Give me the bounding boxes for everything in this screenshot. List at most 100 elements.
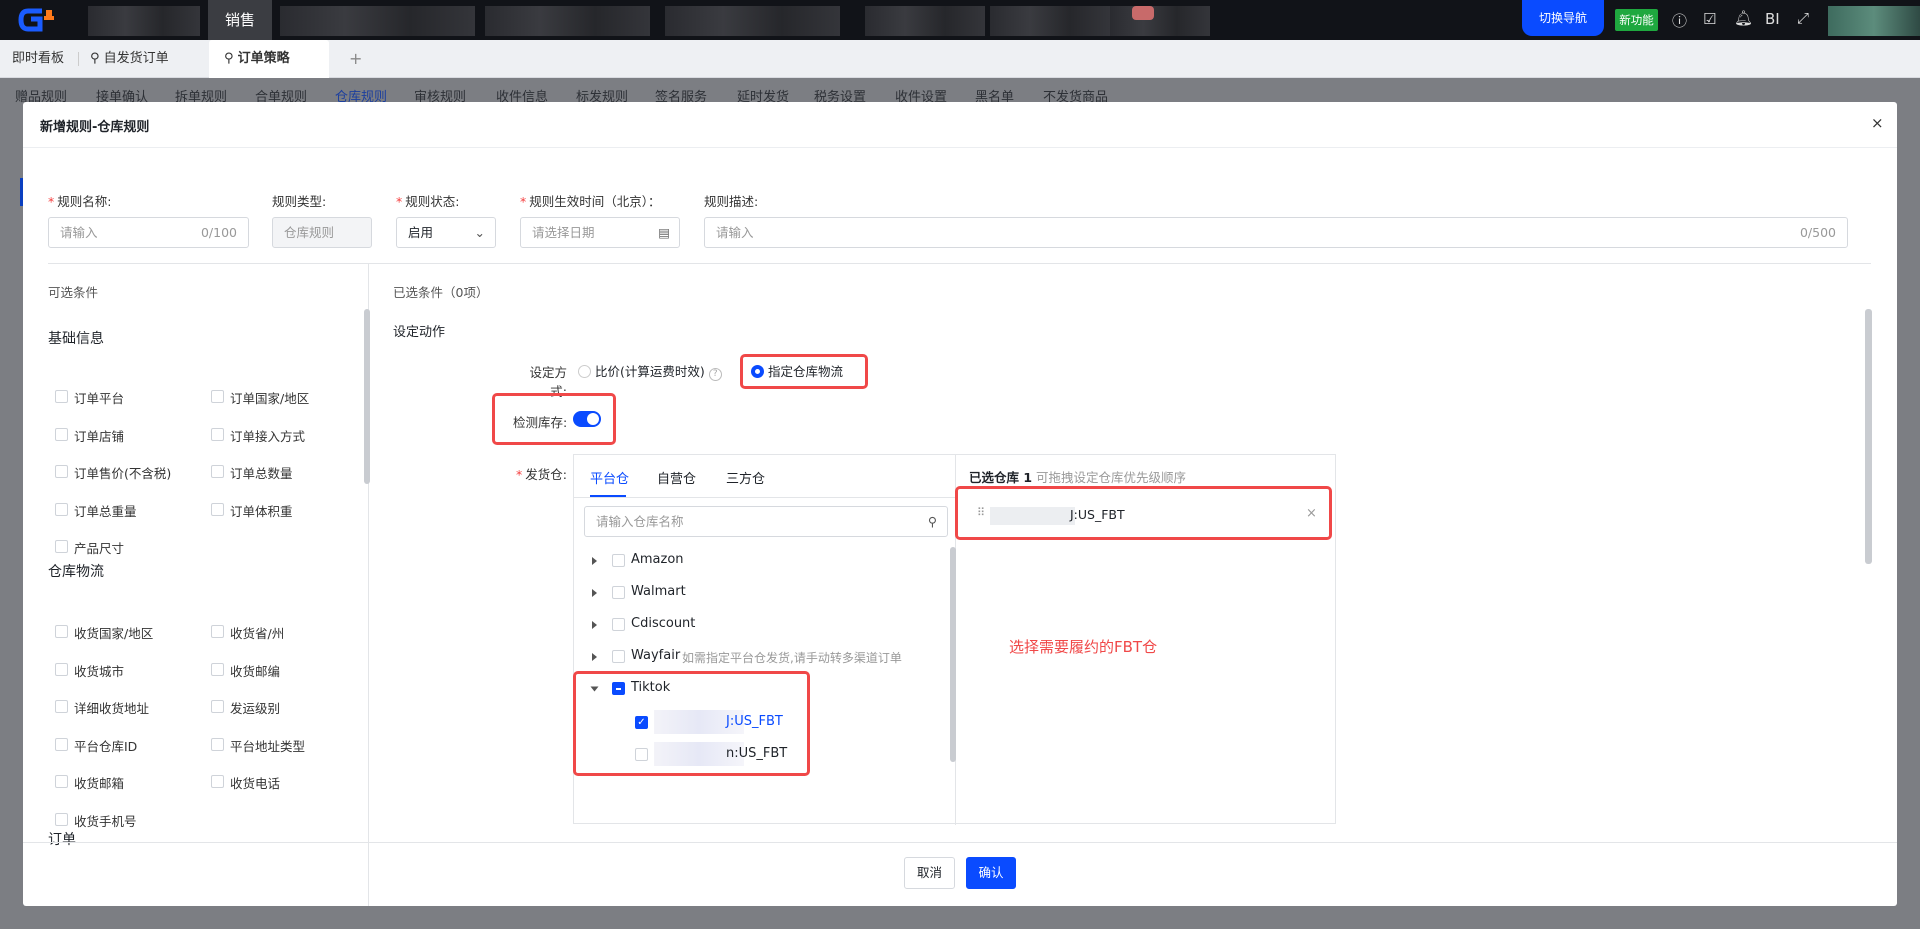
condition-checkbox[interactable] (55, 700, 68, 713)
tree-checkbox[interactable] (612, 618, 625, 631)
caret-right-icon[interactable] (592, 589, 597, 597)
drag-hint: 可拖拽设定仓库优先级顺序 (1036, 470, 1187, 485)
new-feature-button[interactable]: 新功能 (1615, 9, 1658, 31)
condition-label: 订单国家/地区 (230, 391, 310, 406)
condition-checkbox[interactable] (211, 700, 224, 713)
top-navigation-bar: 销售 切换导航 新功能 ⓘ ☑ 🔔︎ BI ⤢ (0, 0, 1920, 40)
tab-label: 订单策略 (237, 51, 290, 66)
selected-warehouse-header: 已选仓库 1 可拖拽设定仓库优先级顺序 (969, 467, 1186, 486)
condition-label: 订单体积重 (230, 503, 293, 519)
condition-checkbox[interactable] (55, 737, 68, 751)
mode-option-compare[interactable]: 比价(计算运费时效) ? (578, 361, 722, 381)
info-circle-icon[interactable]: ⓘ (1672, 10, 1687, 31)
condition-checkbox[interactable] (211, 465, 224, 478)
bi-icon[interactable]: BI (1765, 10, 1780, 28)
rule-name-label: * 规则名称: (48, 194, 112, 209)
condition-checkbox[interactable] (211, 737, 224, 751)
condition-label: 发运级别 (230, 701, 281, 716)
radio-icon (578, 365, 591, 378)
highlight-box (740, 354, 868, 389)
calendar-check-icon[interactable]: ☑ (1703, 10, 1716, 28)
selected-count: 已选仓库 1 (969, 470, 1033, 485)
rule-name-input[interactable]: 请输入 0/100 (48, 217, 249, 248)
condition-checkbox[interactable] (55, 427, 68, 441)
tree-note: 如需指定平台仓发货,请手动转多渠道订单 (682, 651, 902, 665)
condition-label: 详细收货地址 (74, 701, 150, 716)
tree-node[interactable]: Wayfair 如需指定平台仓发货,请手动转多渠道订单 (574, 648, 944, 668)
tree-scrollbar[interactable] (950, 547, 956, 762)
char-count: 0/100 (200, 225, 237, 240)
confirm-button[interactable]: 确认 (966, 857, 1016, 889)
condition-label: 收货邮箱 (74, 776, 125, 791)
highlight-box (573, 671, 810, 776)
switch-nav-button[interactable]: 切换导航 (1522, 0, 1604, 36)
condition-checkbox[interactable] (55, 502, 68, 516)
condition-label: 收货国家/地区 (74, 626, 154, 641)
condition-checkbox[interactable] (211, 427, 224, 441)
condition-checkbox[interactable] (211, 775, 224, 788)
tree-checkbox[interactable] (612, 586, 625, 599)
logo[interactable] (18, 6, 64, 34)
rule-type-label: 规则类型: (272, 194, 327, 209)
left-scrollbar[interactable] (364, 309, 370, 484)
chevron-down-icon: ⌄ (474, 225, 485, 240)
selected-conditions-title: 已选条件（0项） (393, 285, 489, 300)
cancel-button[interactable]: 取消 (904, 857, 955, 889)
condition-label: 平台地址类型 (230, 738, 306, 754)
rule-desc-input[interactable]: 请输入 0/500 (704, 217, 1848, 248)
tree-node[interactable]: Cdiscount (574, 616, 944, 636)
condition-label: 收货手机号 (74, 813, 137, 829)
condition-label: 订单店铺 (74, 428, 125, 444)
condition-label: 收货邮编 (230, 663, 281, 679)
close-icon[interactable]: × (1871, 114, 1884, 132)
tab-platform-warehouse[interactable]: 平台仓 (590, 468, 629, 487)
warehouse-search-input[interactable]: 请输入仓库名称 ⚲ (584, 506, 948, 537)
menu-sales[interactable]: 销售 (208, 0, 272, 40)
condition-checkbox[interactable] (55, 812, 68, 826)
condition-checkbox[interactable] (211, 625, 224, 638)
divider (48, 263, 1871, 264)
tree-node[interactable]: Walmart (574, 584, 944, 604)
caret-right-icon[interactable] (592, 653, 597, 661)
modal-scrollbar[interactable] (1865, 309, 1872, 564)
char-count: 0/500 (1799, 225, 1836, 240)
divider (23, 147, 1897, 148)
add-tab-button[interactable]: + (349, 40, 362, 78)
condition-label: 收货省/州 (230, 626, 285, 641)
tab-own-warehouse[interactable]: 自营仓 (657, 468, 696, 487)
condition-checkbox[interactable] (211, 502, 224, 516)
condition-checkbox[interactable] (55, 390, 68, 403)
rule-time-picker[interactable]: 请选择日期 ▤ (520, 217, 680, 248)
tab-dashboard[interactable]: 即时看板 (12, 40, 64, 78)
tab-order-strategy[interactable]: ⚲ 订单策略 (209, 40, 329, 78)
caret-right-icon[interactable] (592, 621, 597, 629)
avatar[interactable] (1828, 6, 1920, 36)
help-icon[interactable]: ? (708, 368, 722, 381)
pin-icon: ⚲ (90, 51, 104, 66)
condition-checkbox[interactable] (55, 465, 68, 478)
condition-checkbox[interactable] (55, 662, 68, 676)
condition-label: 收货电话 (230, 776, 281, 791)
condition-checkbox[interactable] (55, 775, 68, 788)
tree-checkbox[interactable] (612, 650, 625, 663)
tab-third-party-warehouse[interactable]: 三方仓 (726, 468, 765, 487)
action-title: 设定动作 (393, 325, 446, 340)
condition-checkbox[interactable] (55, 625, 68, 638)
condition-checkbox[interactable] (211, 390, 224, 403)
rule-status-select[interactable]: 启用 ⌄ (396, 217, 496, 248)
warehouse-selector: 平台仓 自营仓 三方仓 请输入仓库名称 ⚲ Amazon Walmart Cdisco… (573, 454, 1336, 825)
modal-title: 新增规则-仓库规则 (40, 120, 150, 135)
add-rule-modal: 新增规则-仓库规则 × * 规则名称: 请输入 0/100 规则类型: 仓库规则 *… (23, 102, 1897, 906)
tree-checkbox[interactable] (612, 554, 625, 567)
available-conditions-title: 可选条件 (48, 285, 99, 300)
tab-self-ship-orders[interactable]: ⚲ 自发货订单 (90, 40, 169, 78)
tree-label: Walmart (631, 584, 686, 599)
condition-group-title: 基础信息 (48, 331, 104, 347)
caret-right-icon[interactable] (592, 557, 597, 565)
condition-checkbox[interactable] (211, 662, 224, 676)
condition-checkbox[interactable] (55, 540, 68, 553)
bell-icon[interactable]: 🔔︎ (1734, 9, 1753, 27)
tree-node[interactable]: Amazon (574, 552, 944, 572)
fullscreen-icon[interactable]: ⤢ (1797, 9, 1809, 27)
rule-type-field: 仓库规则 (272, 217, 372, 248)
